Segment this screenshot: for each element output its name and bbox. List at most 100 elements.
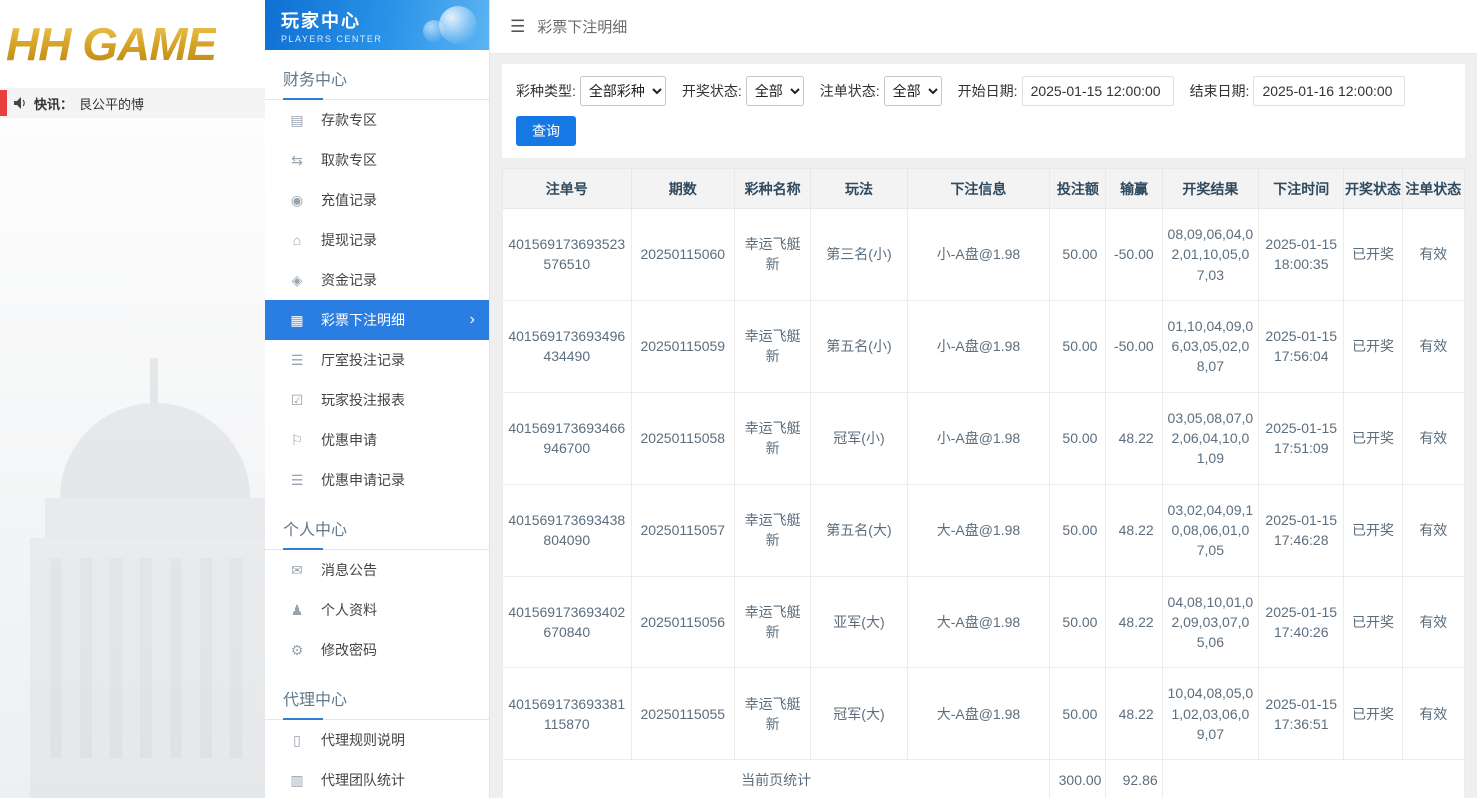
logo-band: HH GAME bbox=[0, 0, 265, 88]
sidebar-item-change-password[interactable]: ⚙ 修改密码 bbox=[265, 630, 489, 670]
promo-flag-icon: ⚐ bbox=[290, 431, 304, 448]
column-header: 期数 bbox=[630, 168, 735, 209]
table-row: 401569173693466946700 20250115058 幸运飞艇新 冠军(… bbox=[502, 391, 1466, 485]
ticker-text: 艮公平的愽 bbox=[79, 96, 145, 112]
order-status-label: 注单状态: bbox=[819, 83, 880, 99]
start-date-input[interactable] bbox=[1021, 76, 1174, 106]
sidebar-item-player-bet-report[interactable]: ☑ 玩家投注报表 bbox=[265, 380, 489, 420]
table-cell: 幸运飞艇新 bbox=[733, 299, 812, 393]
column-header: 投注额 bbox=[1049, 168, 1107, 209]
column-header: 注单号 bbox=[502, 168, 632, 209]
topbar: ☰ 彩票下注明细 bbox=[490, 0, 1477, 54]
sidebar: 玩家中心 PLAYERS CENTER 财务中心 ▤ 存款专区 ⇆ 取款专区 ◉ 充值记录 ⌂… bbox=[265, 0, 490, 798]
left-background-pane: HH GAME 快讯： 艮公平的愽 bbox=[0, 0, 265, 798]
table-row: 401569173693496434490 20250115059 幸运飞艇新 第五名… bbox=[502, 299, 1466, 393]
sidebar-item-label: 代理团队统计 bbox=[321, 772, 405, 788]
promo-records-icon: ☰ bbox=[290, 471, 304, 488]
table-cell: 2025-01-15 17:46:28 bbox=[1258, 483, 1345, 577]
table-cell: 401569173693466946700 bbox=[502, 391, 632, 485]
sidebar-item-profile[interactable]: ♟ 个人资料 bbox=[265, 590, 489, 630]
table-cell: 20250115058 bbox=[630, 391, 735, 485]
column-header: 输赢 bbox=[1105, 168, 1163, 209]
sidebar-section-label: 代理中心 bbox=[265, 670, 489, 720]
sidebar-item-deposit-zone[interactable]: ▤ 存款专区 bbox=[265, 100, 489, 140]
withdrawal-record-icon: ⌂ bbox=[292, 232, 302, 248]
table-cell: 03,02,04,09,10,08,06,01,07,05 bbox=[1161, 483, 1260, 577]
table-row: 401569173693381115870 20250115055 幸运飞艇新 冠军(… bbox=[502, 667, 1466, 761]
site-logo: HH GAME bbox=[6, 18, 217, 70]
table-cell: 有效 bbox=[1401, 208, 1466, 301]
sidebar-item-label: 提现记录 bbox=[321, 232, 377, 248]
password-gear-icon: ⚙ bbox=[290, 641, 304, 658]
sidebar-item-withdrawal-records[interactable]: ⌂ 提现记录 bbox=[265, 220, 489, 260]
sidebar-item-messages[interactable]: ✉ 消息公告 bbox=[265, 550, 489, 590]
sidebar-item-label: 资金记录 bbox=[321, 272, 377, 288]
draw-status-select[interactable]: 全部 bbox=[745, 76, 804, 106]
table-cell: 已开奖 bbox=[1343, 391, 1403, 485]
news-ticker: 快讯： 艮公平的愽 bbox=[0, 88, 265, 118]
table-cell: 幸运飞艇新 bbox=[733, 208, 812, 301]
chevron-right-icon: › bbox=[469, 311, 475, 328]
background-capitol-image bbox=[0, 118, 265, 798]
recharge-drop-icon: ◉ bbox=[290, 191, 304, 208]
table-cell: 2025-01-15 17:40:26 bbox=[1258, 575, 1345, 669]
sidebar-item-agent-rules[interactable]: ▯ 代理规则说明 bbox=[265, 720, 489, 760]
table-body: 401569173693523576510 20250115060 幸运飞艇新 第三名… bbox=[501, 208, 1466, 798]
order-status-select[interactable]: 全部 bbox=[883, 76, 942, 106]
sidebar-item-lottery-bet-details[interactable]: ▦ 彩票下注明细 › bbox=[265, 300, 489, 340]
table-header-row: 注单号 期数 彩种名称 玩法 下注信息 投注额 输赢 开奖结果 下注时间 开奖状态 注单状态 bbox=[502, 168, 1466, 209]
filter-panel: 彩种类型: 全部彩种 开奖状态: 全部 注单状态: 全部 开始日期: 结束日期:… bbox=[502, 64, 1465, 158]
table-cell: 10,04,08,05,01,02,03,06,09,07 bbox=[1161, 667, 1260, 761]
sidebar-item-withdraw-zone[interactable]: ⇆ 取款专区 bbox=[265, 140, 489, 180]
table-cell: 50.00 bbox=[1049, 483, 1107, 577]
table-cell: 2025-01-15 17:36:51 bbox=[1258, 667, 1345, 761]
sidebar-item-fund-records[interactable]: ◈ 资金记录 bbox=[265, 260, 489, 300]
sidebar-item-label: 取款专区 bbox=[321, 152, 377, 168]
hamburger-menu-icon[interactable]: ☰ bbox=[510, 17, 525, 37]
sidebar-item-hall-bet-records[interactable]: ☰ 厅室投注记录 bbox=[265, 340, 489, 380]
sidebar-item-label: 消息公告 bbox=[321, 562, 377, 578]
table-row: 401569173693438804090 20250115057 幸运飞艇新 第五名… bbox=[502, 483, 1466, 577]
lottery-type-label: 彩种类型: bbox=[516, 83, 576, 99]
lottery-type-select[interactable]: 全部彩种 bbox=[579, 76, 666, 106]
query-button[interactable]: 查询 bbox=[516, 116, 576, 146]
sidebar-item-recharge-records[interactable]: ◉ 充值记录 bbox=[265, 180, 489, 220]
table-cell: 03,05,08,07,02,06,04,10,01,09 bbox=[1161, 391, 1260, 485]
start-date-label: 开始日期: bbox=[957, 83, 1018, 99]
draw-status-label: 开奖状态: bbox=[681, 83, 742, 99]
column-header: 下注时间 bbox=[1258, 168, 1345, 209]
sidebar-item-promo-apply[interactable]: ⚐ 优惠申请 bbox=[265, 420, 489, 460]
table-cell: 有效 bbox=[1401, 299, 1466, 393]
sidebar-item-label: 修改密码 bbox=[321, 642, 377, 658]
agent-stats-icon: ▥ bbox=[290, 771, 304, 788]
table-cell: 已开奖 bbox=[1343, 299, 1403, 393]
sidebar-section-label: 财务中心 bbox=[265, 50, 489, 100]
table-cell: 50.00 bbox=[1049, 299, 1107, 393]
table-cell: 有效 bbox=[1401, 391, 1466, 485]
table-cell: 有效 bbox=[1401, 575, 1466, 669]
table-cell: 幸运飞艇新 bbox=[733, 575, 812, 669]
sidebar-item-agent-team-stats[interactable]: ▥ 代理团队统计 bbox=[265, 760, 489, 798]
filter-row: 彩种类型: 全部彩种 开奖状态: 全部 注单状态: 全部 开始日期: 结束日期: bbox=[516, 76, 1451, 106]
table-cell: 401569173693402670840 bbox=[502, 575, 632, 669]
end-date-input[interactable] bbox=[1253, 76, 1406, 106]
table-cell: 401569173693438804090 bbox=[502, 483, 632, 577]
page-title: 彩票下注明细 bbox=[537, 19, 628, 36]
sidebar-nav: 财务中心 ▤ 存款专区 ⇆ 取款专区 ◉ 充值记录 ⌂ 提现记录 ◈ 资金记录 ▦ 彩票下注明细 › ☰ 厅室… bbox=[265, 50, 489, 798]
ticker-label: 快讯： bbox=[34, 96, 74, 112]
sidebar-item-label: 个人资料 bbox=[321, 602, 377, 618]
main-content: ☰ 彩票下注明细 彩种类型: 全部彩种 开奖状态: 全部 注单状态: 全部 开始… bbox=[490, 0, 1477, 798]
table-cell: 小-A盘@1.98 bbox=[906, 391, 1051, 485]
table-cell: 已开奖 bbox=[1343, 575, 1403, 669]
table-cell: 小-A盘@1.98 bbox=[906, 299, 1051, 393]
table-cell: 401569173693381115870 bbox=[502, 667, 632, 761]
withdraw-transfer-icon: ⇆ bbox=[291, 151, 303, 168]
sidebar-item-promo-apply-records[interactable]: ☰ 优惠申请记录 bbox=[265, 460, 489, 500]
summary-cell bbox=[1161, 759, 1466, 798]
table-cell: 48.22 bbox=[1105, 667, 1163, 761]
bet-details-table: 注单号 期数 彩种名称 玩法 下注信息 投注额 输赢 开奖结果 下注时间 开奖状态 注单状态 401… bbox=[501, 168, 1466, 798]
bet-details-table-panel: 注单号 期数 彩种名称 玩法 下注信息 投注额 输赢 开奖结果 下注时间 开奖状态 注单状态 401… bbox=[501, 168, 1466, 798]
summary-cell: 300.00 bbox=[1049, 759, 1107, 798]
sidebar-item-label: 优惠申请记录 bbox=[321, 472, 405, 488]
table-cell: 2025-01-15 17:56:04 bbox=[1258, 299, 1345, 393]
